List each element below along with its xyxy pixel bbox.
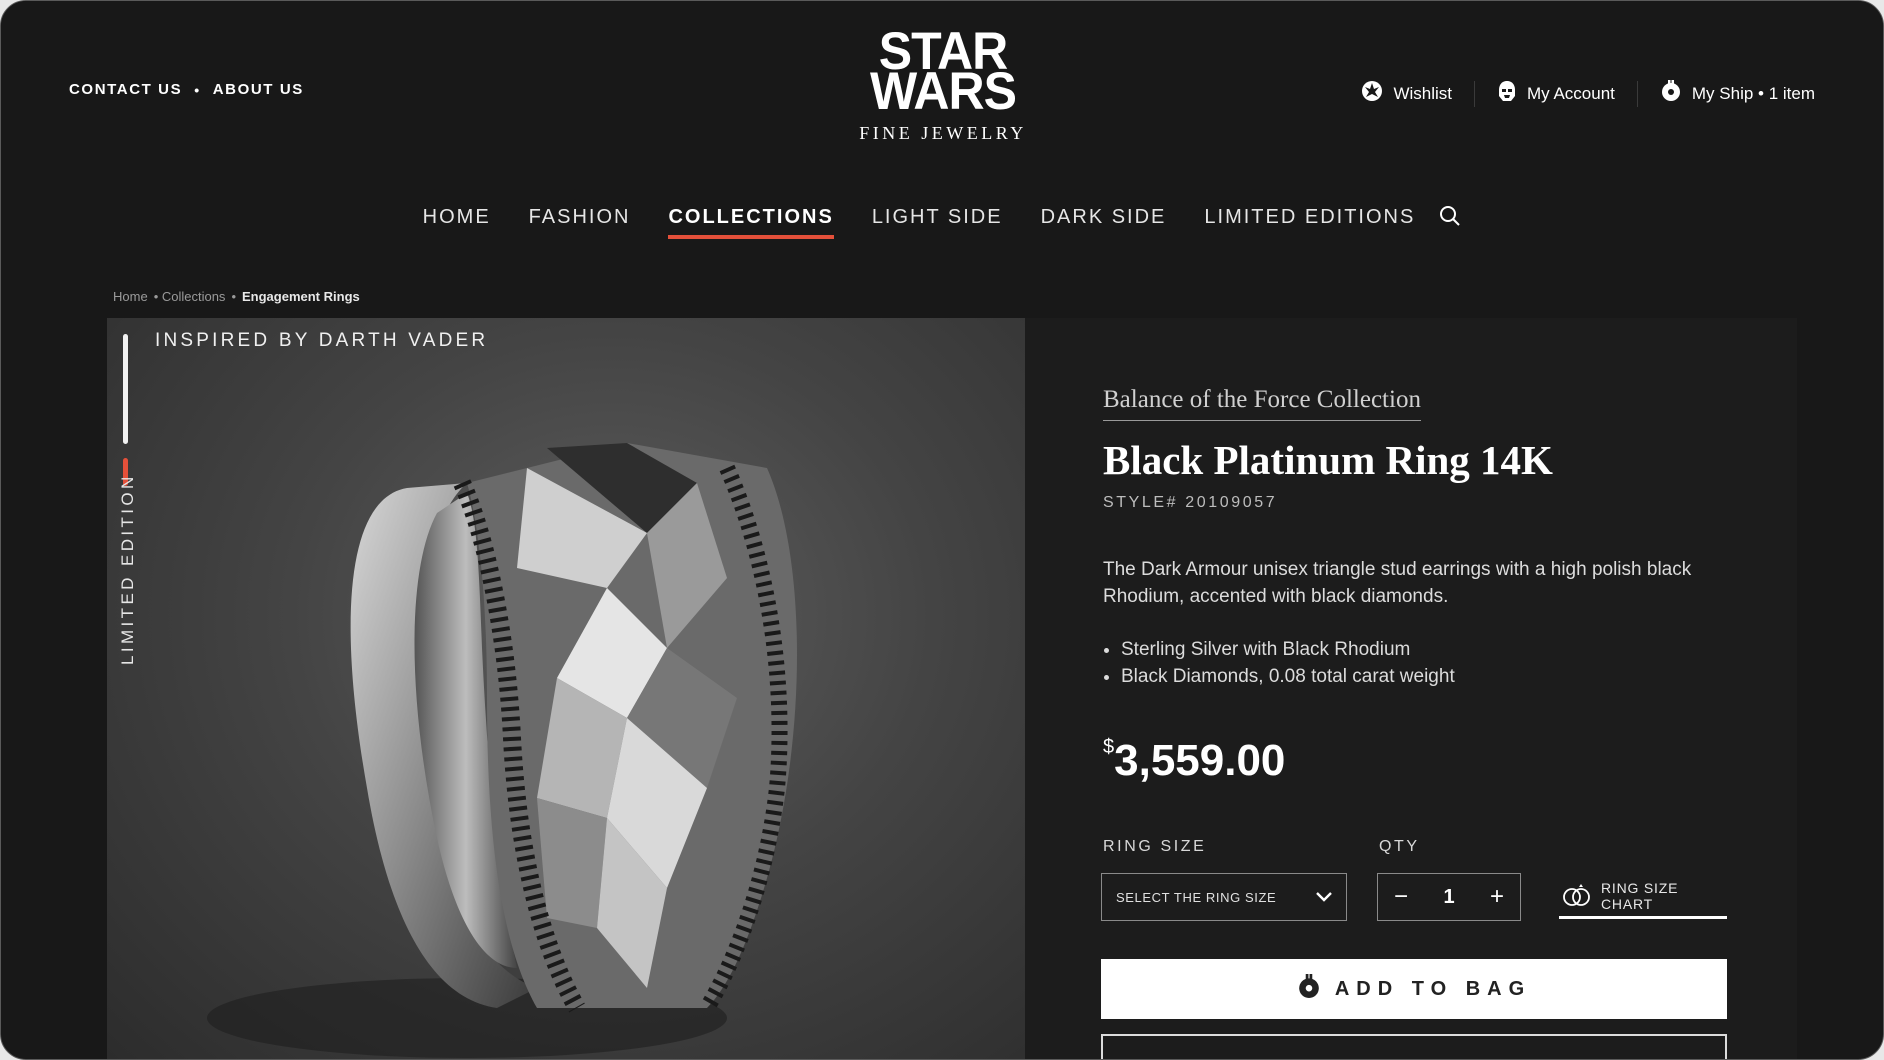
feature-item: Black Diamonds, 0.08 total carat weight [1121,663,1455,690]
secondary-action-button[interactable] [1101,1034,1727,1059]
ring-size-chart-label: RING SIZE CHART [1601,880,1679,912]
my-ship-label: My Ship • 1 item [1691,83,1815,103]
add-to-bag-label: ADD TO BAG [1334,977,1532,1000]
breadcrumb-collections[interactable]: • Collections [154,289,226,304]
my-ship-cart-link[interactable]: My Ship • 1 item [1638,79,1815,108]
wishlist-label: Wishlist [1393,83,1453,103]
breadcrumb-current: Engagement Rings [242,289,360,304]
rings-icon [1561,883,1593,910]
chevron-down-icon [1316,890,1332,905]
nav-dark-side[interactable]: DARK SIDE [1041,206,1167,237]
logo-subtitle: FINE JEWELRY [859,123,1027,143]
price-value: 3,559.00 [1114,736,1286,785]
price: $3,559.00 [1103,736,1285,786]
product-description: The Dark Armour unisex triangle stud ear… [1103,559,1692,607]
collection-link[interactable]: Balance of the Force Collection [1103,386,1421,421]
site-header: CONTACT US • ABOUT US STAR WARS FINE JEW… [1,1,1883,291]
breadcrumb: Home • Collections • Engagement Rings [113,289,360,304]
browser-frame: CONTACT US • ABOUT US STAR WARS FINE JEW… [0,0,1884,1060]
search-icon[interactable] [1439,205,1461,233]
utility-separator: • [194,81,201,98]
limited-edition-label: LIMITED EDITION [118,473,137,665]
star-wars-logo[interactable]: STAR WARS FINE JEWELRY [847,25,1039,144]
qty-decrease-button[interactable]: − [1390,883,1412,911]
nav-light-side[interactable]: LIGHT SIDE [872,206,1003,237]
feature-list: Sterling Silver with Black Rhodium Black… [1103,636,1455,690]
contact-us-link[interactable]: CONTACT US [69,81,182,98]
qty-label: QTY [1379,838,1420,855]
stormtrooper-helmet-icon [1497,80,1517,107]
product-gallery: LIMITED EDITION INSPIRED BY DARTH VADER [107,318,1025,1059]
account-nav: Wishlist My Account My Ship • 1 item [1339,79,1815,108]
ring-size-label: RING SIZE [1103,838,1207,855]
currency-symbol: $ [1103,736,1115,758]
nav-home[interactable]: HOME [423,206,491,237]
qty-increase-button[interactable]: + [1486,883,1508,911]
about-us-link[interactable]: ABOUT US [213,81,304,98]
qty-value[interactable]: 1 [1443,886,1454,909]
rebel-alliance-icon [1361,80,1383,107]
nav-limited-editions[interactable]: LIMITED EDITIONS [1204,206,1415,237]
breadcrumb-separator: • [231,289,236,304]
ring-size-select[interactable]: SELECT THE RING SIZE [1101,873,1347,921]
ring-size-chart-link[interactable]: RING SIZE CHART [1559,876,1727,919]
millennium-falcon-icon [1297,972,1321,1006]
style-number: STYLE# 20109057 [1103,494,1278,511]
my-account-link[interactable]: My Account [1475,80,1637,107]
breadcrumb-home[interactable]: Home [113,289,148,304]
product-title: Black Platinum Ring 14K [1103,437,1553,483]
gallery-progress-indicator[interactable] [123,334,128,444]
add-to-bag-button[interactable]: ADD TO BAG [1101,959,1727,1019]
main-nav: HOME FASHION COLLECTIONS LIGHT SIDE DARK… [1,205,1883,239]
inspired-by-caption: INSPIRED BY DARTH VADER [155,330,489,351]
feature-item: Sterling Silver with Black Rhodium [1121,636,1455,663]
wishlist-link[interactable]: Wishlist [1339,80,1474,107]
utility-nav: CONTACT US • ABOUT US [69,81,304,98]
millennium-falcon-icon [1660,79,1682,108]
product-image-ring [207,443,797,1058]
nav-fashion[interactable]: FASHION [529,206,631,237]
product-details: Balance of the Force Collection Black Pl… [1025,318,1797,1059]
quantity-stepper: − 1 + [1377,873,1521,921]
logo-line-2: WARS [870,61,1017,121]
ring-size-placeholder: SELECT THE RING SIZE [1116,889,1277,905]
my-account-label: My Account [1527,83,1615,103]
nav-collections[interactable]: COLLECTIONS [668,206,835,239]
